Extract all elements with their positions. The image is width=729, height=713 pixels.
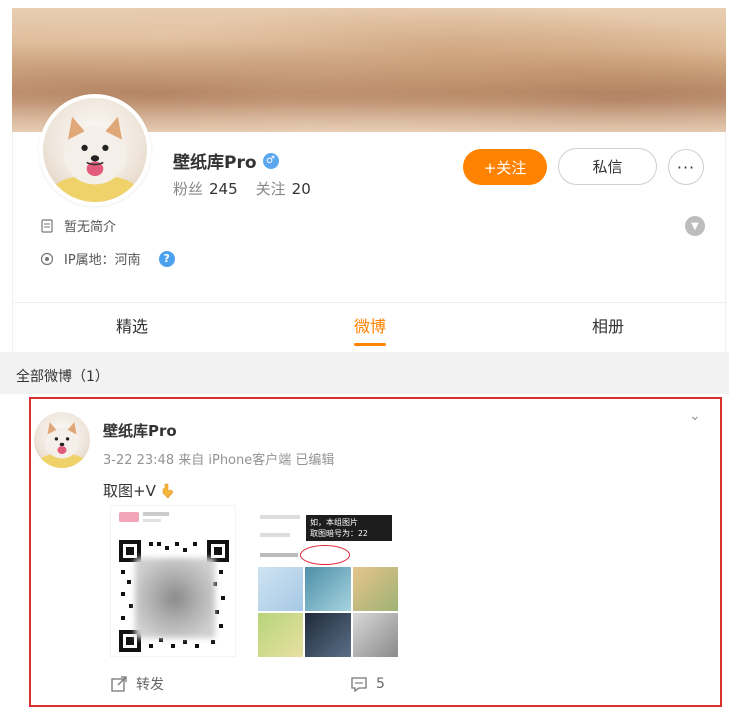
document-icon [41, 218, 53, 233]
followers-count: 245 [209, 180, 238, 198]
thumbnail-tile [352, 567, 398, 611]
following-label: 关注 [255, 180, 286, 198]
profile-page: 壁纸库Pro ♂ 粉丝 245 关注 20 +关注 私信 ··· 暂无简介 ▼ [0, 0, 729, 713]
feed-filter-bar [0, 352, 729, 394]
more-options-button[interactable]: ··· [668, 149, 704, 185]
code-tooltip: 如，本组图片 取图暗号为：22 [306, 515, 392, 541]
mini-text-line [143, 512, 169, 516]
male-icon: ♂ [262, 152, 279, 169]
following-stat[interactable]: 关注 20 [256, 178, 311, 199]
thumbnail-grid [258, 567, 398, 657]
tooltip-line-1: 如，本组图片 [310, 518, 358, 527]
post-image-gallery[interactable]: 如，本组图片 取图暗号为：22 [256, 505, 400, 657]
follow-button[interactable]: +关注 [463, 149, 547, 185]
mini-avatar [119, 512, 139, 522]
blurred-area [135, 558, 215, 638]
shiba-dog-icon [53, 116, 137, 202]
mini-text-line [143, 519, 161, 522]
thumbnail-tile [352, 613, 398, 657]
profile-tabs: 精选 微博 相册 [13, 302, 727, 350]
comment-count: 5 [376, 676, 385, 692]
profile-nickname: 壁纸库Pro [173, 153, 257, 173]
comment-button[interactable]: 5 [350, 675, 385, 693]
following-count: 20 [291, 180, 311, 198]
tab-weibo[interactable]: 微博 [251, 303, 489, 350]
ip-text: IP属地：河南 [64, 253, 141, 268]
profile-card: 壁纸库Pro ♂ 粉丝 245 关注 20 +关注 私信 ··· 暂无简介 ▼ [12, 94, 727, 352]
repost-button[interactable]: 转发 [110, 674, 164, 694]
intro-line: 暂无简介 [40, 216, 116, 235]
post-action-bar: 转发 5 [110, 672, 670, 696]
message-button[interactable]: 私信 [558, 148, 657, 185]
post-meta: 3-22 23:48 来自 iPhone客户端 已编辑 [103, 453, 335, 468]
tab-featured[interactable]: 精选 [13, 303, 251, 350]
mini-text-line [260, 515, 300, 519]
name-row: 壁纸库Pro ♂ [173, 148, 279, 173]
post-image-qr[interactable] [110, 505, 236, 657]
pointing-down-hand-icon [162, 483, 174, 498]
thumbnail-tile [305, 567, 351, 611]
ip-line: IP属地：河南 ? [40, 249, 175, 268]
location-icon [40, 252, 54, 265]
red-circle-annotation [300, 545, 350, 565]
intro-text: 暂无简介 [64, 220, 117, 235]
repost-label: 转发 [136, 677, 164, 693]
followers-stat[interactable]: 粉丝 245 [173, 178, 238, 199]
post-menu-chevron-icon[interactable]: ⌄ [689, 408, 701, 424]
feed-filter-label[interactable]: 全部微博（1） [16, 366, 109, 386]
post-text-content: 取图+V [103, 482, 156, 500]
tab-album[interactable]: 相册 [489, 303, 727, 350]
thumbnail-tile [258, 567, 304, 611]
share-icon [111, 676, 127, 692]
thumbnail-tile [258, 613, 304, 657]
followers-label: 粉丝 [173, 180, 204, 198]
mini-text-line [260, 553, 298, 557]
tooltip-line-2: 取图暗号为：22 [310, 529, 368, 538]
comment-icon [351, 677, 367, 693]
profile-stats: 粉丝 245 关注 20 [173, 178, 311, 199]
post-author-name[interactable]: 壁纸库Pro [103, 420, 177, 441]
post-author-avatar[interactable] [34, 412, 90, 468]
chevron-down-icon[interactable]: ▼ [685, 216, 705, 236]
profile-avatar[interactable] [39, 94, 151, 206]
help-icon[interactable]: ? [158, 250, 175, 267]
post-text: 取图+V [103, 480, 177, 501]
thumbnail-tile [305, 613, 351, 657]
mini-text-line [260, 533, 290, 537]
shiba-dog-icon [39, 422, 85, 468]
